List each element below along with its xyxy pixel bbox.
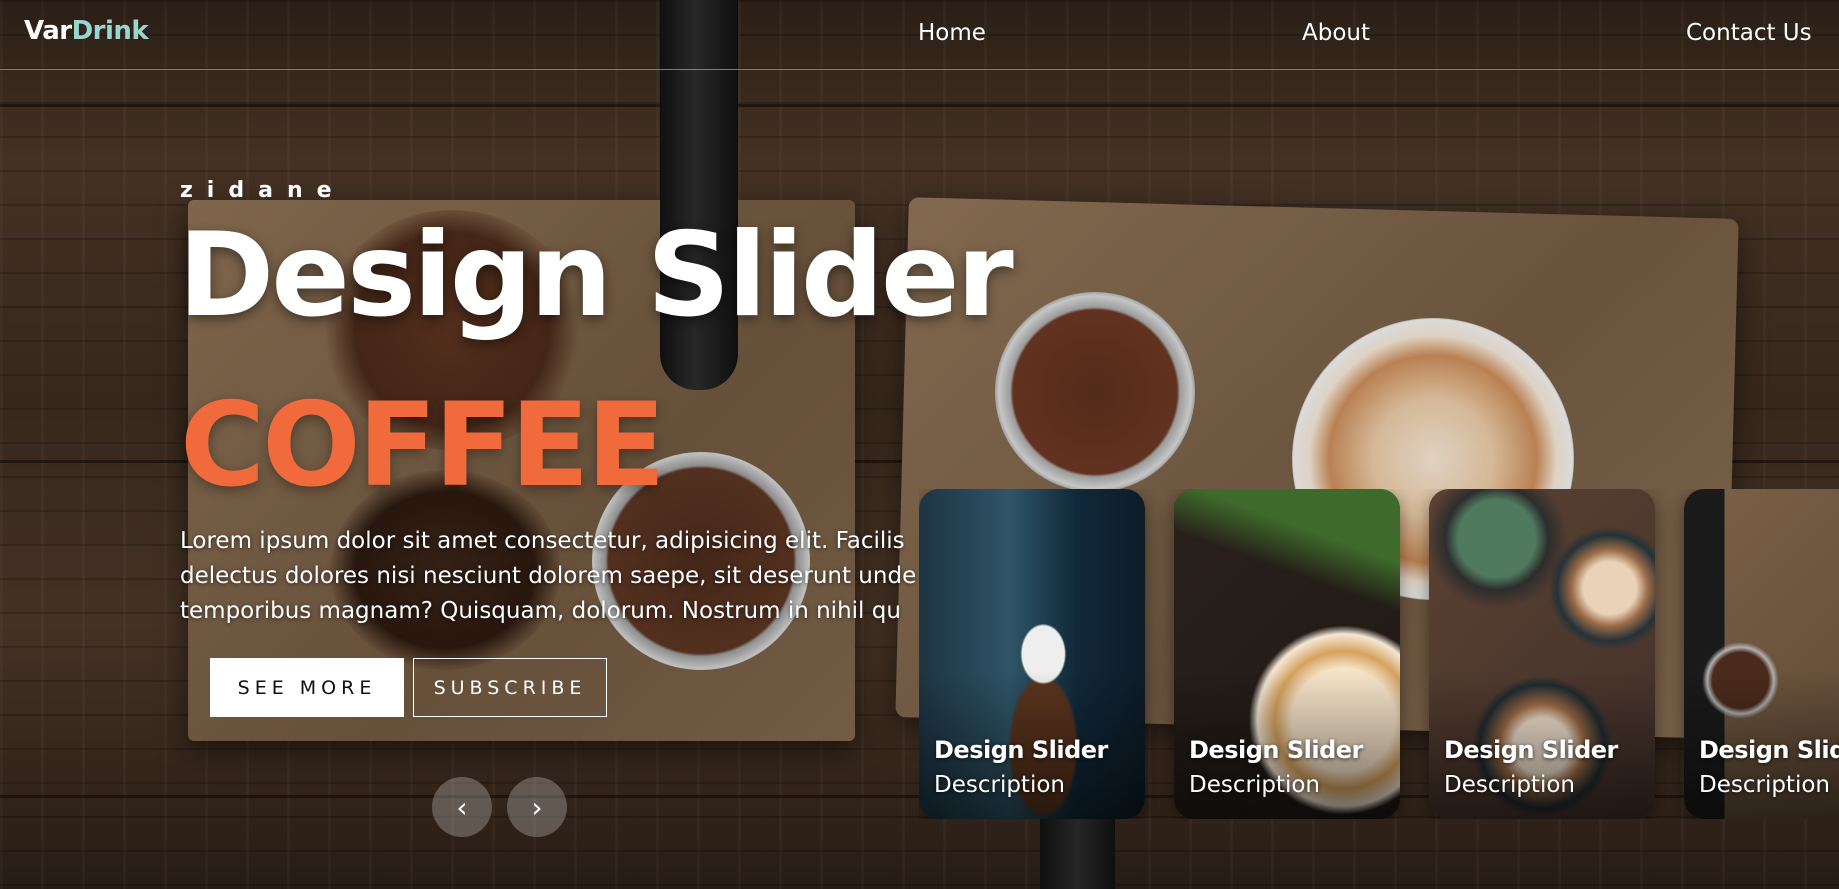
thumbnail-title: Design Slider xyxy=(934,736,1108,764)
thumbnail-description: Description xyxy=(1699,772,1830,798)
thumbnail-card[interactable]: Design Slider Description xyxy=(1429,489,1655,819)
thumbnail-title: Design Slider xyxy=(1699,736,1839,764)
thumbnail-description: Description xyxy=(1189,772,1320,798)
thumbnail-description: Description xyxy=(1444,772,1575,798)
chevron-left-icon: ‹ xyxy=(456,790,468,824)
hero-topic: COFFEE xyxy=(180,378,666,513)
hero-author: zidane xyxy=(180,178,346,203)
brand-logo[interactable]: VarDrink xyxy=(24,16,149,46)
thumbnail-strip: Design Slider Description Design Slider … xyxy=(919,489,1839,819)
thumbnail-description: Description xyxy=(934,772,1065,798)
subscribe-button[interactable]: SUBSCRIBE xyxy=(413,658,607,717)
thumbnail-card[interactable]: Design Slider Description xyxy=(919,489,1145,819)
chevron-right-icon: › xyxy=(531,790,543,824)
thumbnail-card[interactable]: Design Slider Description xyxy=(1684,489,1839,819)
site-header: VarDrink Home About Contact Us xyxy=(0,0,1839,70)
hero-title: Design Slider xyxy=(178,208,1014,343)
nav-link-about[interactable]: About xyxy=(1302,20,1370,46)
next-slide-button[interactable]: › xyxy=(507,777,567,837)
thumbnail-title: Design Slider xyxy=(1444,736,1618,764)
prev-slide-button[interactable]: ‹ xyxy=(432,777,492,837)
nav-link-home[interactable]: Home xyxy=(918,20,986,46)
hero-description: Lorem ipsum dolor sit amet consectetur, … xyxy=(180,528,917,624)
brand-name-primary: Var xyxy=(24,16,72,46)
thumbnail-card[interactable]: Design Slider Description xyxy=(1174,489,1400,819)
thumbnail-title: Design Slider xyxy=(1189,736,1363,764)
see-more-button[interactable]: SEE MORE xyxy=(210,658,404,717)
brand-name-accent: Drink xyxy=(71,16,149,46)
nav-link-contact[interactable]: Contact Us xyxy=(1686,20,1812,46)
